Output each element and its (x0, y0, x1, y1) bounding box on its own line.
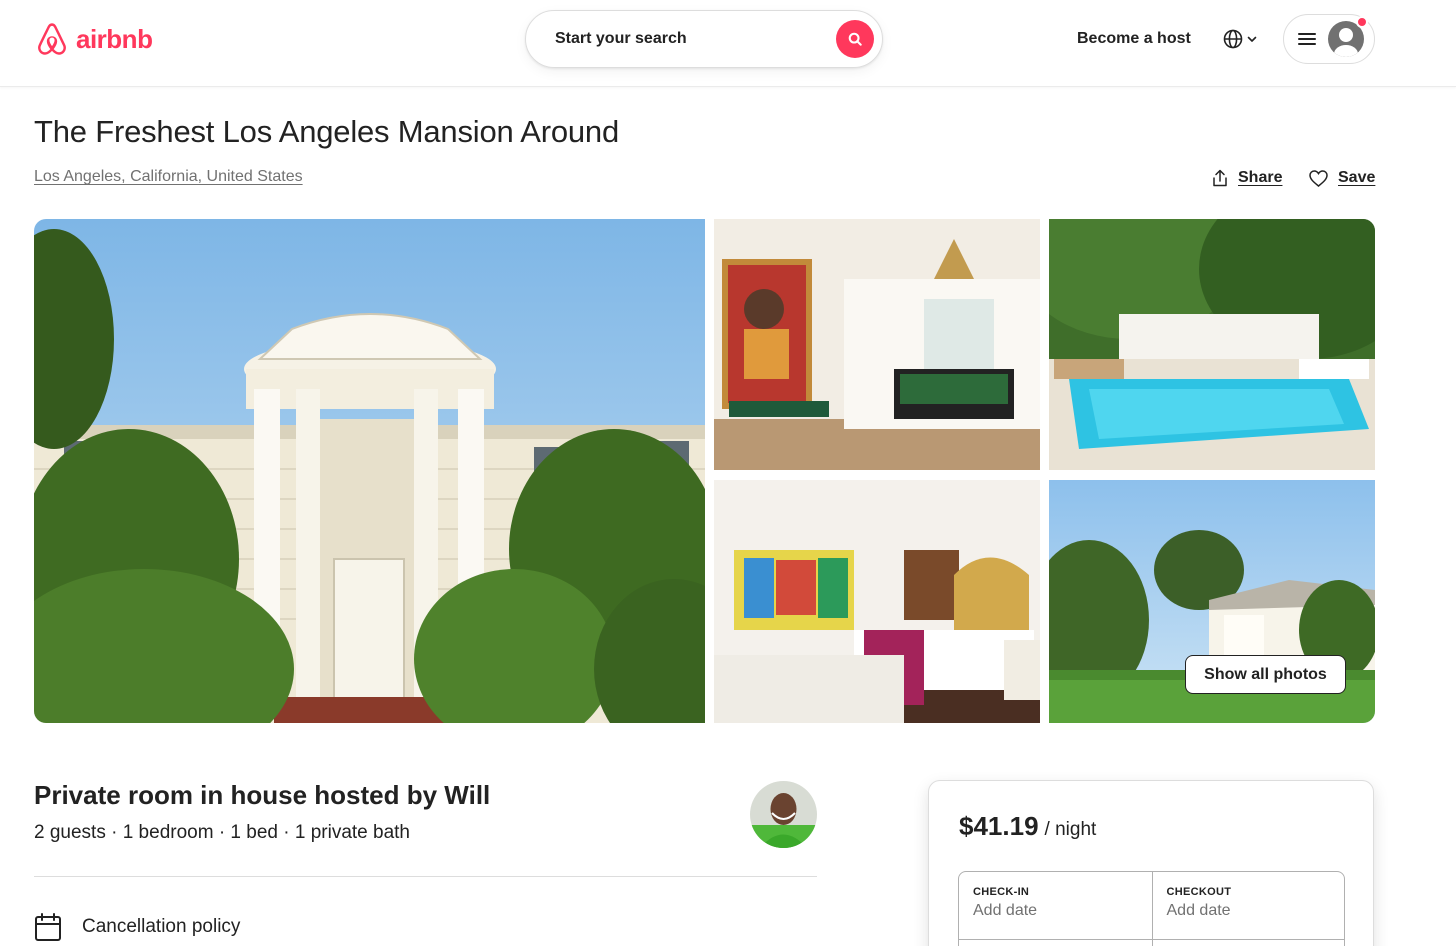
search-button[interactable] (836, 20, 874, 58)
price-row: $41.19 / night (959, 811, 1096, 842)
nightly-price: $41.19 (959, 811, 1039, 841)
price-unit: / night (1044, 819, 1097, 840)
logo-text: airbnb (76, 23, 153, 54)
search-icon (848, 32, 862, 46)
show-all-photos-button[interactable]: Show all photos (1185, 655, 1346, 694)
cancellation-policy-row[interactable]: Cancellation policy (34, 912, 240, 942)
globe-icon (1223, 29, 1243, 49)
calendar-icon (35, 913, 61, 941)
mansion-front-photo[interactable] (34, 219, 705, 723)
pool-photo[interactable] (1049, 219, 1375, 470)
language-button[interactable] (1213, 21, 1267, 57)
search-bar[interactable]: Start your search (525, 10, 883, 68)
notification-badge (1356, 16, 1368, 28)
section-divider (34, 876, 817, 877)
airbnb-logo-icon (38, 23, 66, 55)
heart-icon (1309, 169, 1328, 187)
photo-gallery (34, 219, 1375, 723)
checkin-label: CHECK-IN (973, 886, 1030, 898)
become-host-link[interactable]: Become a host (1065, 24, 1203, 54)
share-button[interactable]: Share (1212, 169, 1282, 187)
checkout-value: Add date (1166, 902, 1231, 919)
checkin-value: Add date (973, 902, 1038, 919)
listing-title: The Freshest Los Angeles Mansion Around (34, 114, 619, 149)
share-label: Share (1238, 169, 1283, 186)
chevron-down-icon (1247, 36, 1257, 42)
listing-location-link[interactable]: Los Angeles, California, United States (34, 168, 303, 186)
checkout-field[interactable]: CHECKOUT Add date (1151, 872, 1345, 946)
hamburger-icon (1298, 33, 1316, 45)
save-label: Save (1338, 169, 1376, 186)
date-picker: CHECK-IN Add date CHECKOUT Add date (958, 871, 1345, 946)
room-meta: 2 guests · 1 bedroom · 1 bed · 1 private… (34, 822, 410, 843)
share-icon (1213, 169, 1227, 187)
room-title: Private room in house hosted by Will (34, 780, 491, 810)
search-placeholder: Start your search (555, 30, 687, 47)
booking-card: $41.19 / night CHECK-IN Add date CHECKOU… (928, 780, 1374, 946)
game-room-photo[interactable] (714, 219, 1040, 470)
checkin-field[interactable]: CHECK-IN Add date (959, 872, 1152, 946)
bedroom-photo[interactable] (714, 480, 1040, 723)
host-avatar[interactable] (750, 781, 817, 848)
cancellation-label: Cancellation policy (82, 916, 241, 937)
date-picker-divider (958, 939, 1345, 940)
top-header: airbnb Start your search Become a host (0, 0, 1456, 87)
save-button[interactable]: Save (1309, 169, 1375, 187)
airbnb-logo[interactable]: airbnb (34, 20, 153, 58)
checkout-label: CHECKOUT (1166, 886, 1232, 898)
